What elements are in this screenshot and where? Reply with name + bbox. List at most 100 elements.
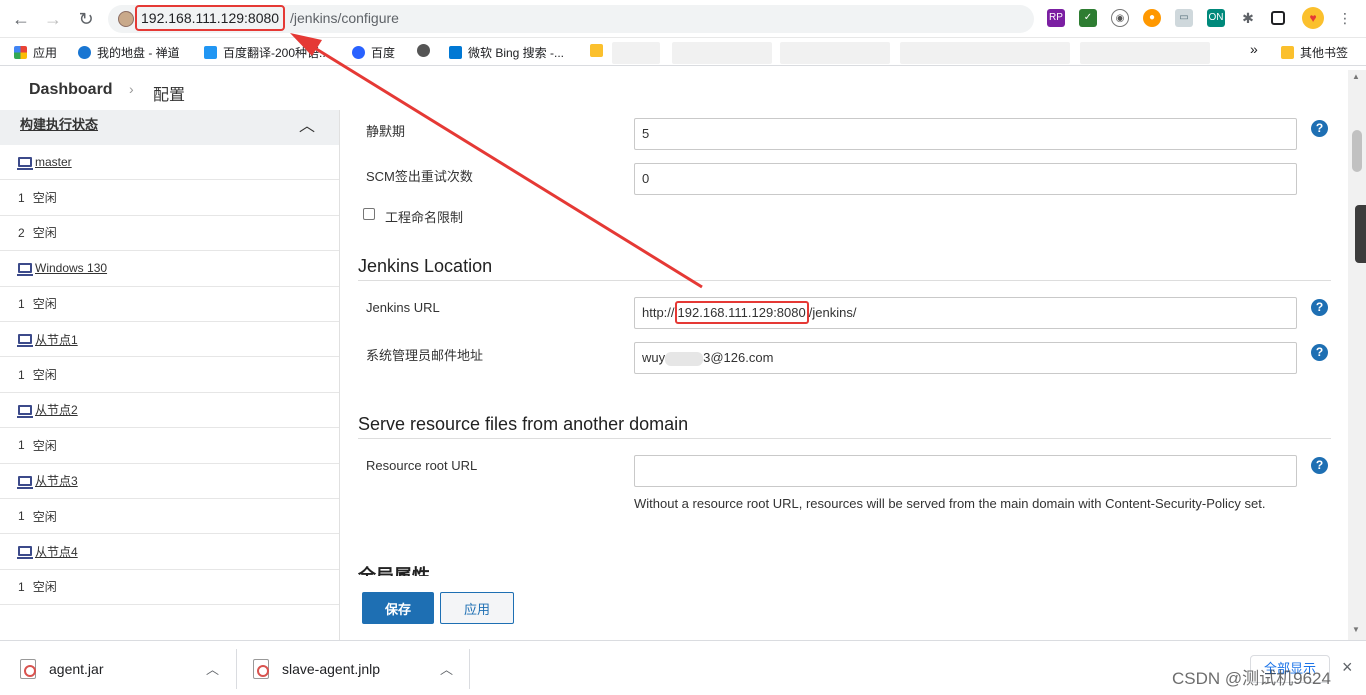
site-info-icon[interactable]: [118, 11, 134, 27]
bookmark-baidu-translate[interactable]: 百度翻译-200种语...: [204, 44, 329, 61]
node-link[interactable]: 从节点4: [35, 543, 78, 560]
screen-extension-icon[interactable]: ▭: [1175, 9, 1193, 27]
project-naming-label: 工程命名限制: [385, 210, 464, 225]
bookmark-globe[interactable]: [417, 44, 436, 58]
computer-icon: [17, 334, 33, 348]
computer-icon: [17, 475, 33, 489]
bookmark-zentao[interactable]: 我的地盘 - 禅道: [78, 44, 180, 61]
jenkins-url-host-highlight: 192.168.111.129:8080: [674, 301, 809, 324]
on-extension-icon[interactable]: ON: [1207, 9, 1225, 27]
breadcrumb-dashboard[interactable]: Dashboard: [29, 81, 113, 99]
executor-list: master 1 空闲 2 空闲 Windows 130 1 空闲 从节点1 1 空闲 从节点2 1 空闲…: [0, 145, 339, 606]
node-link[interactable]: 从节点1: [35, 331, 78, 348]
node-row[interactable]: Windows 130: [0, 251, 339, 287]
node-row[interactable]: 从节点1: [0, 322, 339, 358]
save-button[interactable]: 保存: [362, 592, 434, 624]
blurred-bookmark: [900, 42, 1070, 64]
executor-row: 1 空闲: [0, 570, 339, 606]
breadcrumb-separator: ›: [129, 81, 134, 97]
help-icon[interactable]: ?: [1311, 457, 1328, 474]
download-item[interactable]: agent.jar: [20, 651, 103, 687]
puzzle-extensions-icon[interactable]: ✱: [1239, 9, 1257, 27]
node-row[interactable]: master: [0, 145, 339, 181]
bookmark-folder[interactable]: [590, 44, 609, 58]
tampermonkey-icon[interactable]: ◉: [1111, 9, 1129, 27]
bing-icon: [449, 46, 462, 59]
download-item[interactable]: slave-agent.jnlp: [253, 651, 380, 687]
collapse-icon[interactable]: ︿: [299, 112, 315, 136]
divider: [469, 649, 470, 689]
node-row[interactable]: 从节点4: [0, 534, 339, 570]
bookmark-other[interactable]: 其他书签: [1281, 44, 1348, 61]
blurred-bookmark: [612, 42, 660, 64]
download-filename: agent.jar: [49, 661, 104, 677]
bookmark-apps[interactable]: 应用: [14, 44, 57, 61]
globe-icon: [417, 44, 430, 57]
browser-toolbar: ← → ↻ 192.168.111.129:8080 /jenkins/conf…: [0, 0, 1366, 38]
url-host-highlight[interactable]: 192.168.111.129:8080: [135, 5, 286, 31]
blurred-bookmark: [1080, 42, 1210, 64]
project-naming-checkbox[interactable]: [363, 208, 375, 220]
side-widget-handle[interactable]: [1355, 205, 1366, 263]
back-icon[interactable]: ←: [10, 8, 32, 30]
executor-row: 2 空闲: [0, 216, 339, 252]
quiet-period-input[interactable]: 5: [634, 118, 1297, 150]
node-row[interactable]: 从节点3: [0, 464, 339, 499]
node-link[interactable]: 从节点2: [35, 401, 78, 418]
menu-icon[interactable]: ⋮: [1336, 9, 1354, 27]
executor-title[interactable]: 构建执行状态: [20, 117, 98, 132]
executor-status: 空闲: [32, 297, 57, 312]
forward-icon[interactable]: →: [42, 8, 64, 30]
executor-index: 1: [18, 296, 25, 311]
global-properties-heading: 全局属性: [358, 566, 430, 576]
executor-status: 空闲: [32, 226, 57, 241]
computer-icon: [17, 404, 33, 418]
admin-email-input[interactable]: wuy 3@126.com: [634, 342, 1297, 374]
executor-index: 2: [18, 225, 25, 240]
chevron-up-icon[interactable]: ︿: [440, 659, 453, 678]
shield-extension-icon[interactable]: ✓: [1079, 9, 1097, 27]
bookmarks-overflow[interactable]: »: [1250, 41, 1258, 57]
jenkins-url-input[interactable]: http://192.168.111.129:8080/jenkins/: [634, 297, 1297, 329]
executor-index: 1: [18, 509, 25, 524]
baidu-paw-icon: [352, 46, 365, 59]
scrollbar-thumb[interactable]: [1352, 130, 1362, 172]
help-icon[interactable]: ?: [1311, 299, 1328, 316]
executor-index: 1: [18, 438, 25, 453]
executor-status: 空闲: [32, 580, 57, 595]
page-scrollbar[interactable]: ▲ ▼: [1348, 70, 1366, 640]
side-panel-icon[interactable]: [1271, 11, 1285, 25]
executor-index: 1: [18, 367, 25, 382]
bookmark-bing[interactable]: 微软 Bing 搜索 -...: [449, 44, 564, 61]
breadcrumb-current[interactable]: 配置: [153, 81, 185, 105]
node-row[interactable]: 从节点2: [0, 393, 339, 429]
executor-index: 1: [18, 579, 25, 594]
node-link[interactable]: Windows 130: [35, 261, 107, 275]
translate-extension-icon[interactable]: ●: [1143, 9, 1161, 27]
rp-extension-icon[interactable]: RP: [1047, 9, 1065, 27]
bookmark-baidu[interactable]: 百度: [352, 44, 395, 61]
url-path[interactable]: /jenkins/configure: [290, 10, 399, 26]
watermark: CSDN @测试机9624: [1172, 669, 1331, 688]
chevron-up-icon[interactable]: ︿: [206, 659, 219, 678]
jenkins-location-heading: Jenkins Location: [358, 256, 493, 276]
scroll-down-icon[interactable]: ▼: [1352, 625, 1360, 634]
folder-icon: [590, 44, 603, 57]
downloads-bar: agent.jar ︿ slave-agent.jnlp ︿ 全部显示 × CS…: [0, 640, 1366, 695]
scroll-up-icon[interactable]: ▲: [1352, 72, 1360, 81]
profile-avatar-icon[interactable]: ♥: [1302, 7, 1324, 29]
help-icon[interactable]: ?: [1311, 120, 1328, 137]
resource-root-url-description: Without a resource root URL, resources w…: [634, 496, 1266, 511]
section-divider: [358, 438, 1331, 439]
executor-header: 构建执行状态 ︿: [0, 110, 339, 145]
resource-root-url-input[interactable]: [634, 455, 1297, 487]
executor-panel: 构建执行状态 ︿ master 1 空闲 2 空闲 Windows 130 1 空闲 从节点1 1…: [0, 110, 340, 640]
apply-button[interactable]: 应用: [440, 592, 514, 624]
quiet-period-label: 静默期: [366, 124, 406, 139]
node-link[interactable]: master: [35, 155, 72, 169]
help-icon[interactable]: ?: [1311, 344, 1328, 361]
scm-retry-input[interactable]: 0: [634, 163, 1297, 195]
close-icon[interactable]: ×: [1342, 657, 1353, 678]
reload-icon[interactable]: ↻: [75, 8, 97, 30]
node-link[interactable]: 从节点3: [35, 472, 78, 489]
